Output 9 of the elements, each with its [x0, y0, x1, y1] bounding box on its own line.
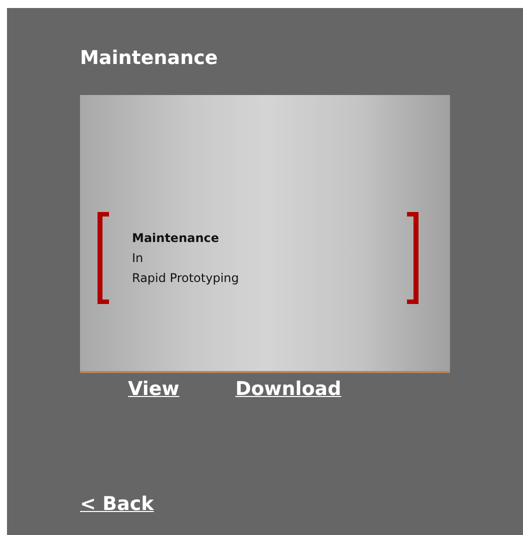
slide-text: In — [132, 250, 144, 266]
slide-text: Rapid Prototyping — [132, 270, 239, 286]
bracket-icon — [406, 212, 420, 304]
link[interactable]: Download — [235, 377, 342, 401]
bracket-icon — [96, 212, 110, 304]
link[interactable]: View — [128, 377, 180, 401]
slide-text: Maintenance — [132, 230, 220, 246]
page-title: Maintenance — [80, 46, 218, 70]
back-link[interactable]: < Back — [80, 492, 154, 516]
